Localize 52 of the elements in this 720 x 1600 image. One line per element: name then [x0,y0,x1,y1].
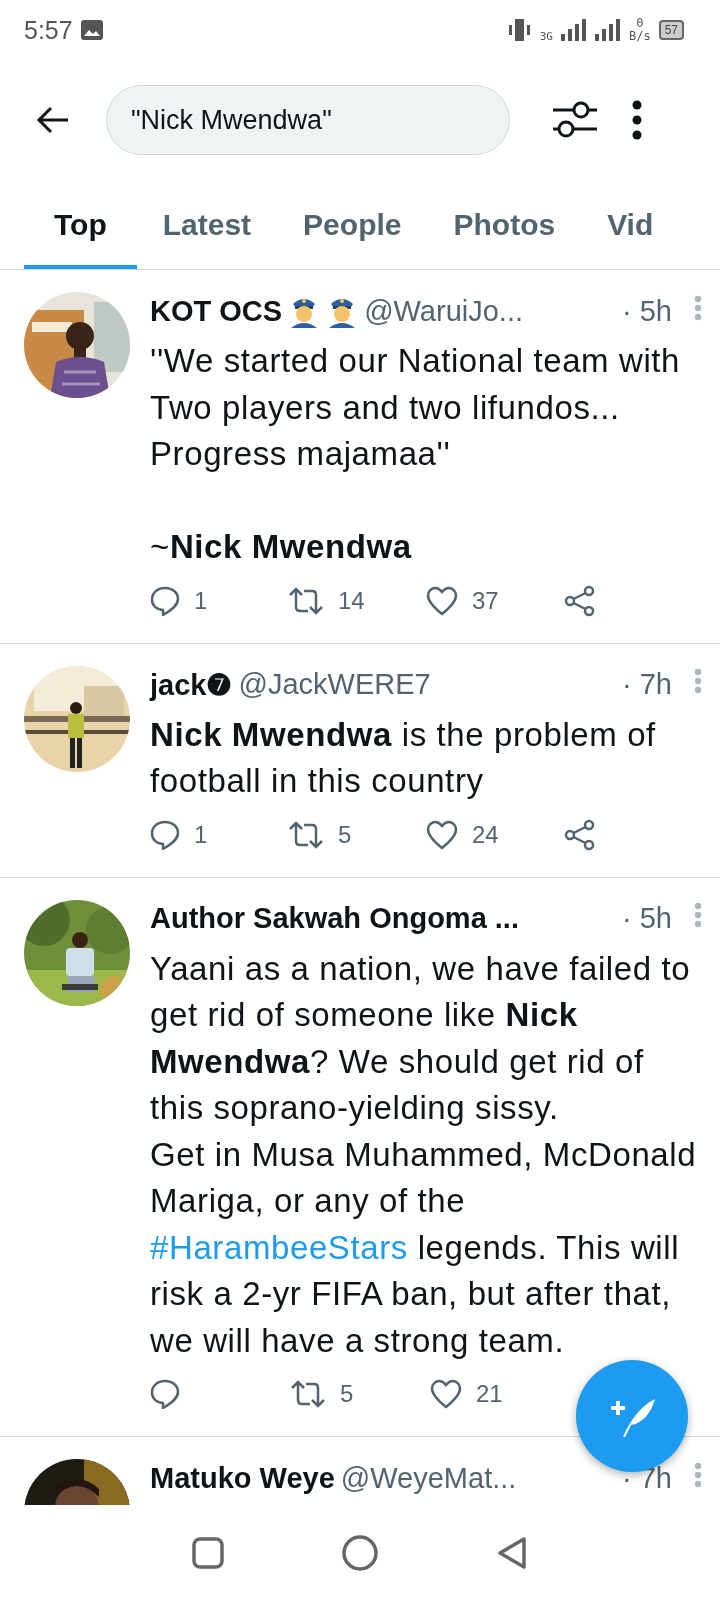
tweet-time: · 5h [621,902,672,935]
reply-icon[interactable] [150,1379,180,1409]
tweet-text: Yaani as a nation, we have failed to get rid of someone like Nick Mwendwa? We should get rid of this soprano-yielding sissy. Get in Musa Muhammed, McDonald Mariga, or any of the #HarambeeStars legends. This will risk a 2-yr FIFA ban, but after that, we will have a strong team. [150,948,698,1361]
tab[interactable]: Photos [427,180,582,269]
tweet-text: Nick Mwendwa is the problem of football in this country [150,714,657,801]
tab[interactable]: Vid [581,180,680,269]
share-icon[interactable] [564,584,596,617]
reply-icon[interactable] [150,819,180,850]
heart-icon[interactable] [430,1379,462,1409]
search-field[interactable]: "Nick Mwendwa" [106,85,510,155]
signal-icon [594,18,621,42]
share-icon[interactable] [564,818,596,851]
heart-icon[interactable] [426,585,458,616]
author-name[interactable]: jack❼ [150,667,233,702]
image-icon [80,20,103,40]
network-type: 3G [539,30,553,42]
author-handle: @JackWERE7 [238,668,431,701]
retweet-count: 14 [338,586,365,615]
retweet-count: 5 [340,1380,354,1408]
reply-count: 1 [194,586,208,615]
author-name[interactable]: Matuko Weye [150,1461,335,1495]
tab[interactable]: Top [24,180,137,269]
author-handle: @WeyeMat... [340,1461,517,1495]
tab[interactable]: People [277,180,428,269]
back-button[interactable] [496,1535,528,1570]
tweet-time: · 5h [621,294,672,328]
speed-value: 0 [636,16,644,30]
speed-unit: B/s [628,30,651,44]
signal-icon [560,18,587,42]
recent-apps-button[interactable] [192,1536,224,1569]
tweet-text: ''We started our National team with Two players and two lifundos... Progress majamaa'' ~Nick Mwendwa [150,341,682,567]
like-count: 37 [472,586,499,615]
author-name[interactable]: Author Sakwah Ongoma ... [150,902,519,935]
like-count: 21 [476,1380,503,1408]
reply-count: 1 [194,820,208,849]
heart-icon[interactable] [426,819,458,850]
more-options-icon[interactable] [632,100,642,140]
battery-level: 57 [658,20,684,40]
filter-sliders-icon[interactable] [552,100,598,140]
retweet-icon[interactable] [288,586,324,615]
tweet-time: · 7h [621,668,672,701]
home-button[interactable] [342,1534,378,1571]
like-count: 24 [472,820,499,849]
retweet-icon[interactable] [288,820,324,849]
author-handle: @WaruiJo... [364,294,524,328]
retweet-icon[interactable] [290,1380,326,1408]
back-arrow-icon[interactable] [36,106,70,134]
reply-icon[interactable] [150,585,180,616]
retweet-count: 5 [338,820,352,849]
tab[interactable]: Latest [136,180,278,269]
clock-time: 5:57 [24,15,73,45]
author-name[interactable]: KOT OCS [150,294,283,328]
